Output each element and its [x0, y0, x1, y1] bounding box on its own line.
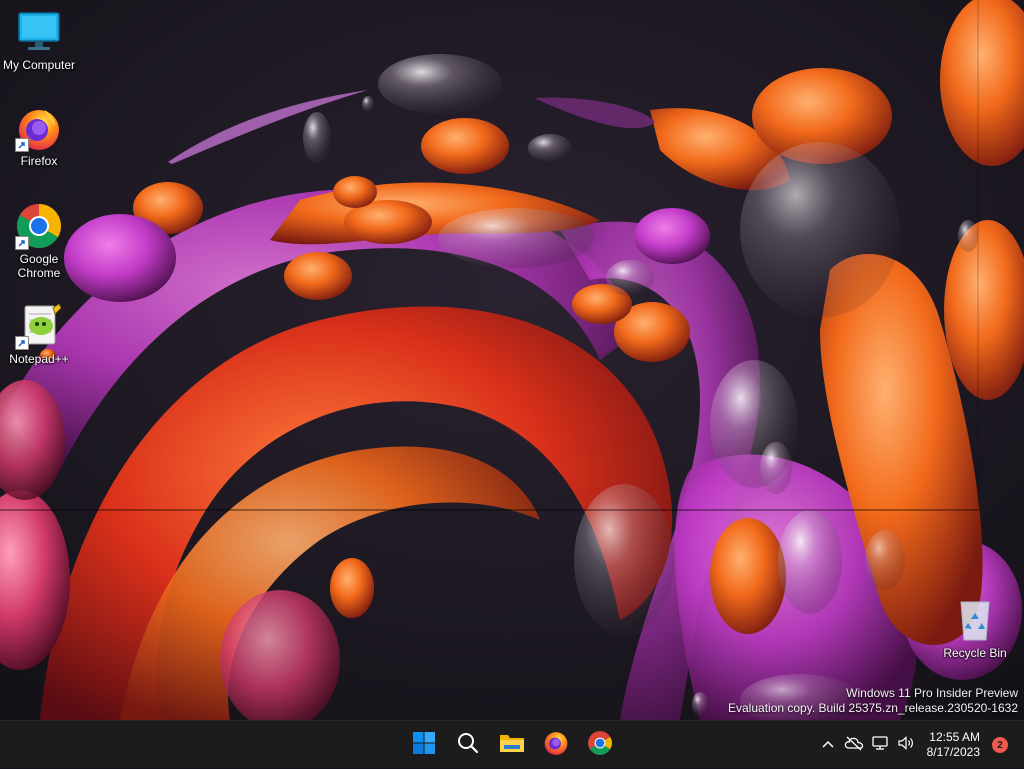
shortcut-arrow-icon	[15, 236, 29, 250]
network-button[interactable]	[867, 725, 893, 765]
watermark-edition: Windows 11 Pro Insider Preview	[846, 686, 1018, 700]
taskbar-firefox-button[interactable]	[534, 725, 578, 765]
windows-start-icon	[412, 731, 436, 760]
system-tray: 12:55 AM 8/17/2023 2	[815, 721, 1024, 769]
onedrive-status-button[interactable]	[841, 725, 867, 765]
clock-date: 8/17/2023	[926, 745, 980, 759]
taskbar: 12:55 AM 8/17/2023 2	[0, 720, 1024, 768]
show-hidden-icons-button[interactable]	[815, 725, 841, 765]
taskbar-pinned-apps	[402, 721, 622, 769]
monitor-icon	[15, 8, 63, 56]
desktop-icon-label: Google Chrome	[17, 252, 61, 280]
firefox-icon	[543, 730, 569, 761]
desktop-wallpaper	[0, 0, 1024, 720]
chrome-icon	[587, 730, 613, 761]
windows-evaluation-watermark: Windows 11 Pro Insider Preview Evaluatio…	[728, 686, 1018, 716]
watermark-build: Evaluation copy. Build 25375.zn_release.…	[728, 701, 1018, 715]
chevron-up-icon	[821, 736, 835, 754]
notification-badge[interactable]: 2	[992, 737, 1008, 753]
desktop-icon-recycle-bin[interactable]: Recycle Bin	[936, 596, 1014, 660]
desktop-icon-label: Recycle Bin	[943, 646, 1007, 660]
desktop-icon-label: Notepad++	[9, 352, 69, 366]
speaker-icon	[897, 735, 915, 756]
file-explorer-button[interactable]	[490, 725, 534, 765]
chrome-icon	[15, 202, 63, 250]
firefox-icon	[15, 104, 63, 152]
shortcut-arrow-icon	[15, 336, 29, 350]
start-button[interactable]	[402, 725, 446, 765]
desktop-icon-label: My Computer	[2, 58, 76, 72]
network-wired-icon	[871, 735, 889, 756]
taskbar-chrome-button[interactable]	[578, 725, 622, 765]
taskbar-clock[interactable]: 12:55 AM 8/17/2023	[919, 730, 988, 760]
cloud-offline-icon	[844, 735, 864, 756]
notepadpp-icon	[15, 302, 63, 350]
search-button[interactable]	[446, 725, 490, 765]
shortcut-arrow-icon	[15, 138, 29, 152]
volume-button[interactable]	[893, 725, 919, 765]
desktop-icon-firefox[interactable]: Firefox	[0, 104, 78, 168]
desktop-icon-my-computer[interactable]: My Computer	[0, 8, 78, 72]
desktop-icon-label: Firefox	[20, 154, 58, 168]
search-icon	[456, 731, 480, 760]
folder-icon	[499, 731, 525, 760]
desktop-icon-notepadpp[interactable]: Notepad++	[0, 302, 78, 366]
desktop-icon-google-chrome[interactable]: Google Chrome	[0, 202, 78, 280]
recycle-bin-icon	[951, 596, 999, 644]
clock-time: 12:55 AM	[929, 730, 980, 744]
